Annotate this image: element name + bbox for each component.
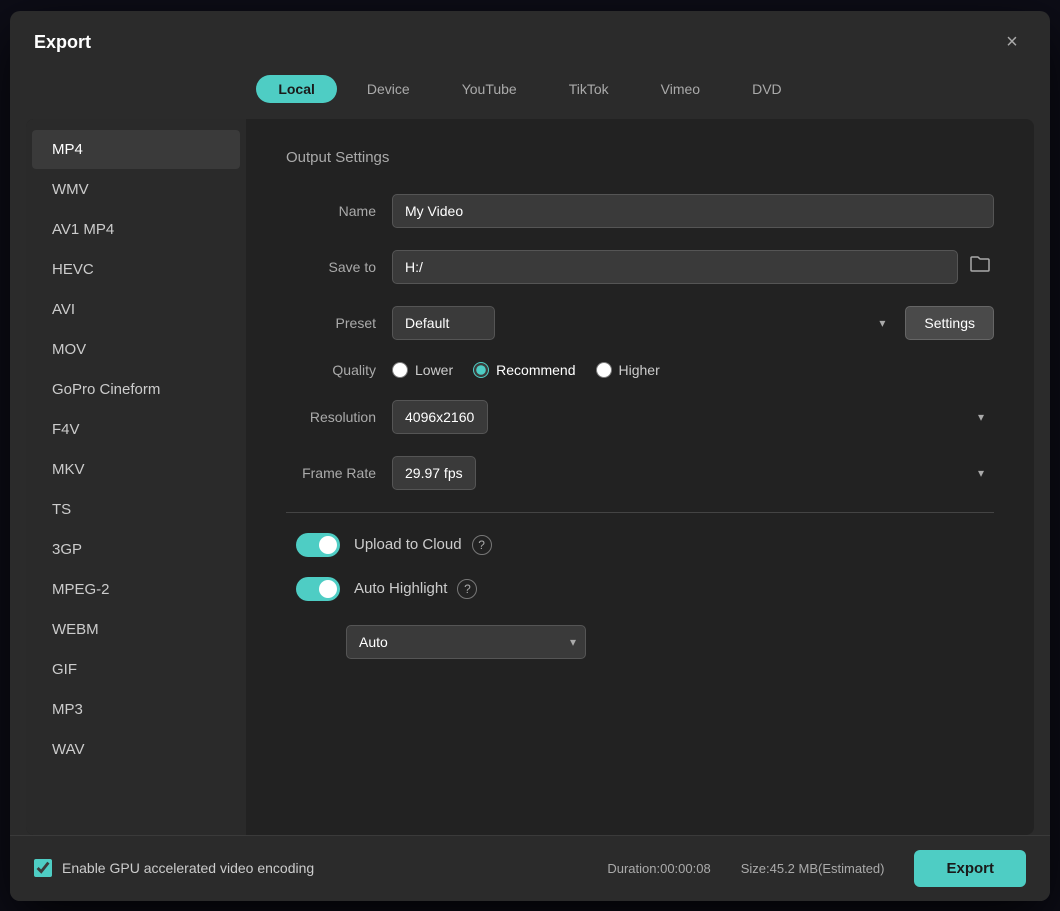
gpu-checkbox[interactable] — [34, 859, 52, 877]
quality-options: Lower Recommend Higher — [392, 362, 660, 378]
preset-controls: Default High Quality Web Settings — [392, 306, 994, 340]
framerate-label: Frame Rate — [286, 465, 376, 481]
gpu-label: Enable GPU accelerated video encoding — [62, 860, 314, 876]
tab-device[interactable]: Device — [345, 75, 432, 103]
dialog-overlay: Export × Local Device YouTube TikTok Vim… — [0, 0, 1060, 911]
close-button[interactable]: × — [998, 29, 1026, 57]
size-info: Size:45.2 MB(Estimated) — [741, 861, 885, 876]
footer-info: Duration:00:00:08 Size:45.2 MB(Estimated… — [607, 850, 1026, 887]
format-gopro[interactable]: GoPro Cineform — [32, 370, 240, 409]
format-f4v[interactable]: F4V — [32, 410, 240, 449]
resolution-label: Resolution — [286, 409, 376, 425]
format-3gp[interactable]: 3GP — [32, 530, 240, 569]
format-mp3[interactable]: MP3 — [32, 690, 240, 729]
auto-highlight-toggle[interactable] — [296, 577, 340, 601]
tab-local[interactable]: Local — [256, 75, 337, 103]
format-mov[interactable]: MOV — [32, 330, 240, 369]
auto-highlight-select-wrapper: Auto Manual — [346, 625, 586, 659]
dialog-title: Export — [34, 32, 91, 53]
dialog-header: Export × — [10, 11, 1050, 67]
format-mpeg2[interactable]: MPEG-2 — [32, 570, 240, 609]
preset-select[interactable]: Default High Quality Web — [392, 306, 495, 340]
format-av1mp4[interactable]: AV1 MP4 — [32, 210, 240, 249]
path-input[interactable] — [392, 250, 958, 284]
export-dialog: Export × Local Device YouTube TikTok Vim… — [10, 11, 1050, 901]
duration-info: Duration:00:00:08 — [607, 861, 710, 876]
resolution-select-wrapper: 4096x2160 1920x1080 1280x720 — [392, 400, 994, 434]
auto-highlight-row: Auto Highlight ? — [286, 577, 994, 601]
format-ts[interactable]: TS — [32, 490, 240, 529]
name-label: Name — [286, 203, 376, 219]
format-wav[interactable]: WAV — [32, 730, 240, 769]
resolution-row: Resolution 4096x2160 1920x1080 1280x720 — [286, 400, 994, 434]
path-row — [392, 250, 994, 284]
quality-lower-option[interactable]: Lower — [392, 362, 453, 378]
tab-tiktok[interactable]: TikTok — [547, 75, 631, 103]
quality-lower-radio[interactable] — [392, 362, 408, 378]
format-wmv[interactable]: WMV — [32, 170, 240, 209]
quality-higher-label: Higher — [619, 362, 660, 378]
framerate-select[interactable]: 29.97 fps 24 fps 30 fps 60 fps — [392, 456, 476, 490]
tab-dvd[interactable]: DVD — [730, 75, 804, 103]
quality-higher-radio[interactable] — [596, 362, 612, 378]
format-mp4[interactable]: MP4 — [32, 130, 240, 169]
preset-select-wrapper: Default High Quality Web — [392, 306, 895, 340]
preset-label: Preset — [286, 315, 376, 331]
section-title: Output Settings — [286, 149, 994, 166]
quality-label: Quality — [286, 362, 376, 378]
saveto-label: Save to — [286, 259, 376, 275]
quality-lower-label: Lower — [415, 362, 453, 378]
export-button[interactable]: Export — [914, 850, 1026, 887]
auto-highlight-slider — [296, 577, 340, 601]
output-panel: Output Settings Name Save to — [246, 119, 1034, 835]
quality-recommend-label: Recommend — [496, 362, 575, 378]
resolution-select[interactable]: 4096x2160 1920x1080 1280x720 — [392, 400, 488, 434]
folder-browse-button[interactable] — [966, 251, 994, 282]
upload-cloud-label: Upload to Cloud — [354, 536, 462, 553]
format-hevc[interactable]: HEVC — [32, 250, 240, 289]
auto-highlight-help-icon[interactable]: ? — [457, 579, 477, 599]
footer-left: Enable GPU accelerated video encoding — [34, 859, 314, 877]
framerate-row: Frame Rate 29.97 fps 24 fps 30 fps 60 fp… — [286, 456, 994, 490]
saveto-row: Save to — [286, 250, 994, 284]
format-avi[interactable]: AVI — [32, 290, 240, 329]
tab-vimeo[interactable]: Vimeo — [639, 75, 722, 103]
tab-youtube[interactable]: YouTube — [440, 75, 539, 103]
quality-recommend-option[interactable]: Recommend — [473, 362, 575, 378]
framerate-select-wrapper: 29.97 fps 24 fps 30 fps 60 fps — [392, 456, 994, 490]
preset-row: Preset Default High Quality Web Settings — [286, 306, 994, 340]
upload-cloud-slider — [296, 533, 340, 557]
quality-higher-option[interactable]: Higher — [596, 362, 660, 378]
upload-cloud-row: Upload to Cloud ? — [286, 533, 994, 557]
upload-cloud-toggle[interactable] — [296, 533, 340, 557]
dialog-footer: Enable GPU accelerated video encoding Du… — [10, 835, 1050, 901]
format-list: MP4 WMV AV1 MP4 HEVC AVI MOV GoPro Cinef… — [26, 119, 246, 835]
quality-recommend-radio[interactable] — [473, 362, 489, 378]
name-input[interactable] — [392, 194, 994, 228]
name-row: Name — [286, 194, 994, 228]
upload-cloud-help-icon[interactable]: ? — [472, 535, 492, 555]
divider — [286, 512, 994, 513]
format-webm[interactable]: WEBM — [32, 610, 240, 649]
auto-highlight-label: Auto Highlight — [354, 580, 447, 597]
format-gif[interactable]: GIF — [32, 650, 240, 689]
quality-row: Quality Lower Recommend Higher — [286, 362, 994, 378]
settings-button[interactable]: Settings — [905, 306, 994, 340]
format-mkv[interactable]: MKV — [32, 450, 240, 489]
tab-bar: Local Device YouTube TikTok Vimeo DVD — [10, 67, 1050, 119]
dialog-body: MP4 WMV AV1 MP4 HEVC AVI MOV GoPro Cinef… — [26, 119, 1034, 835]
auto-highlight-select[interactable]: Auto Manual — [346, 625, 586, 659]
